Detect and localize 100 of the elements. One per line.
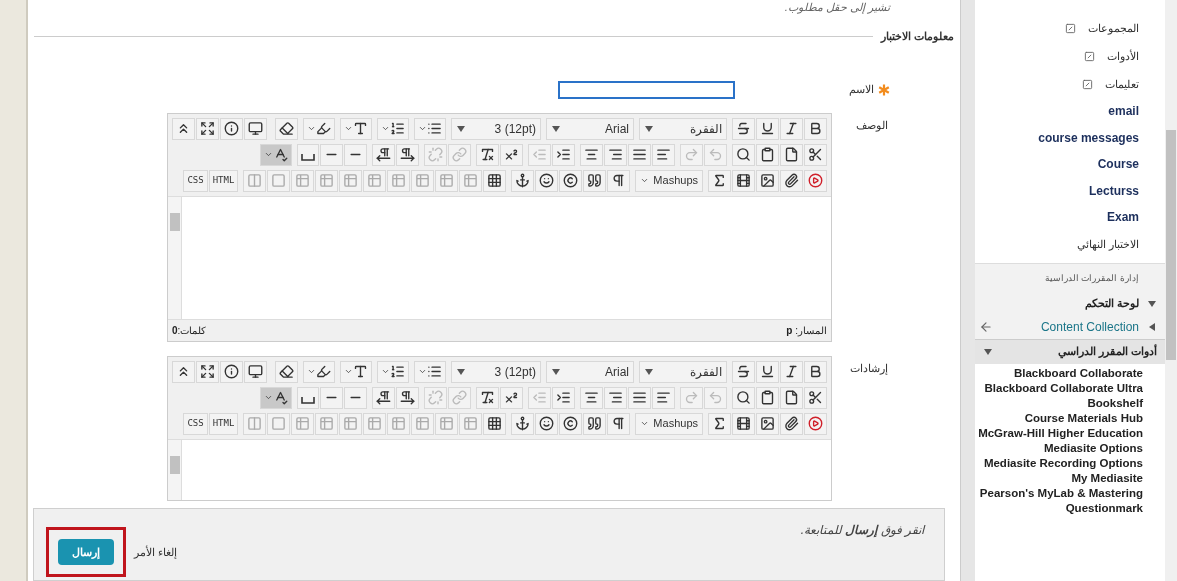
bold-button[interactable]: [804, 360, 827, 383]
eraser-button[interactable]: [275, 117, 298, 140]
menu-section[interactable]: Content Collection: [1040, 318, 1139, 336]
italic-button[interactable]: [780, 117, 803, 140]
tool-link[interactable]: Blackboard Collaborate Ultra: [984, 381, 1143, 395]
submit-button[interactable]: إرسال: [58, 539, 114, 566]
text-color-button[interactable]: [340, 117, 372, 140]
clear-format-button[interactable]: [476, 386, 499, 409]
menu-section[interactable]: لوحة التحكم: [1084, 295, 1139, 312]
tool-link[interactable]: McGraw-Hill Higher Education: [978, 426, 1143, 440]
superscript-button[interactable]: [500, 143, 523, 166]
font-dropdown[interactable]: Arial: [546, 117, 634, 140]
monitor-button[interactable]: [244, 117, 267, 140]
highlighter-button[interactable]: [303, 360, 335, 383]
font-dropdown[interactable]: Arial: [546, 360, 634, 383]
pilcrow-button[interactable]: [607, 412, 631, 435]
copyright-button[interactable]: [559, 169, 583, 192]
bullet-list-button[interactable]: [414, 117, 446, 140]
play-button[interactable]: [804, 412, 827, 435]
paperclip-button[interactable]: [780, 169, 803, 192]
quote-button[interactable]: [583, 169, 607, 192]
tool-link[interactable]: Course Materials Hub: [1024, 411, 1143, 425]
tool-link[interactable]: Pearson's MyLab & Mastering: [979, 486, 1143, 500]
bullet-list-button[interactable]: [414, 360, 446, 383]
menu-section[interactable]: أدوات المقرر الدراسي: [975, 339, 1165, 364]
text-color-button[interactable]: [340, 360, 372, 383]
image-button[interactable]: [756, 169, 779, 192]
align-left-button[interactable]: [652, 143, 675, 166]
sidebar-link[interactable]: الاختبار النهائي: [1076, 236, 1139, 253]
pilcrow-button[interactable]: [607, 169, 631, 192]
paragraph-format-dropdown[interactable]: الفقرة: [639, 117, 727, 140]
name-input[interactable]: [558, 80, 735, 99]
html-button[interactable]: HTML: [208, 412, 239, 435]
space-button[interactable]: [297, 386, 319, 409]
cut-button[interactable]: [804, 386, 827, 409]
highlighter-button[interactable]: [303, 117, 335, 140]
space-button[interactable]: [297, 143, 319, 166]
align-justify-button[interactable]: [628, 386, 651, 409]
tool-link[interactable]: Mediasite Recording Options: [983, 456, 1143, 470]
info-button[interactable]: [220, 360, 243, 383]
tool-link[interactable]: Blackboard Collaborate: [1013, 366, 1143, 380]
search-button[interactable]: [732, 386, 755, 409]
numbered-list-button[interactable]: [377, 360, 409, 383]
sidebar-link[interactable]: email: [1108, 102, 1139, 121]
cell-button[interactable]: [267, 412, 291, 435]
clear-format-button[interactable]: [476, 143, 499, 166]
table-button[interactable]: [483, 169, 507, 192]
paste-button[interactable]: [756, 386, 779, 409]
film-button[interactable]: [732, 412, 755, 435]
css-button[interactable]: CSS: [183, 169, 208, 192]
fullscreen-button[interactable]: [196, 360, 219, 383]
image-button[interactable]: [756, 412, 779, 435]
pilcrow-left-button[interactable]: [372, 386, 395, 409]
spellcheck-button[interactable]: [260, 143, 292, 166]
formula-button[interactable]: [708, 169, 731, 192]
sidebar-link[interactable]: Lecturss: [1088, 181, 1139, 200]
superscript-button[interactable]: [500, 386, 523, 409]
tool-link[interactable]: My Mediasite: [1071, 471, 1143, 485]
paste-button[interactable]: [756, 143, 779, 166]
tool-link[interactable]: Mediasite Options: [1043, 441, 1143, 455]
film-button[interactable]: [732, 169, 755, 192]
table-button[interactable]: [483, 412, 507, 435]
quote-button[interactable]: [583, 412, 607, 435]
pilcrow-right-button[interactable]: [396, 386, 419, 409]
align-center-button[interactable]: [580, 143, 603, 166]
spellcheck-button[interactable]: [260, 386, 292, 409]
document-button[interactable]: [780, 386, 803, 409]
monitor-button[interactable]: [244, 360, 267, 383]
sidebar-link[interactable]: الأدوات: [1107, 47, 1139, 65]
collapse-button[interactable]: [172, 117, 195, 140]
pilcrow-left-button[interactable]: [372, 143, 395, 166]
cell-button[interactable]: [267, 169, 291, 192]
align-left-button[interactable]: [652, 386, 675, 409]
search-button[interactable]: [732, 143, 755, 166]
mashups-dropdown[interactable]: Mashups: [635, 412, 703, 435]
html-button[interactable]: HTML: [208, 169, 239, 192]
formula-button[interactable]: [708, 412, 731, 435]
sidebar-link[interactable]: تعليمات: [1105, 75, 1139, 93]
sidebar-link[interactable]: Course: [1097, 155, 1139, 174]
paperclip-button[interactable]: [780, 412, 803, 435]
copyright-button[interactable]: [559, 412, 583, 435]
bold-button[interactable]: [804, 117, 827, 140]
align-right-button[interactable]: [604, 386, 627, 409]
indent-button[interactable]: [552, 143, 575, 166]
collapse-button[interactable]: [172, 360, 195, 383]
tool-link[interactable]: Bookshelf: [1087, 396, 1143, 410]
info-button[interactable]: [220, 117, 243, 140]
italic-button[interactable]: [780, 360, 803, 383]
fullscreen-button[interactable]: [196, 117, 219, 140]
sidebar-link[interactable]: المجموعات: [1088, 19, 1139, 37]
tool-link[interactable]: Questionmark: [1065, 501, 1143, 515]
anchor-button[interactable]: [511, 412, 535, 435]
sidebar-link[interactable]: Exam: [1106, 208, 1139, 227]
font-size-dropdown[interactable]: (12pt) 3: [451, 360, 541, 383]
strikethrough-button[interactable]: [732, 360, 755, 383]
pilcrow-right-button[interactable]: [396, 143, 419, 166]
numbered-list-button[interactable]: [377, 117, 409, 140]
align-right-button[interactable]: [604, 143, 627, 166]
document-button[interactable]: [780, 143, 803, 166]
anchor-button[interactable]: [511, 169, 535, 192]
